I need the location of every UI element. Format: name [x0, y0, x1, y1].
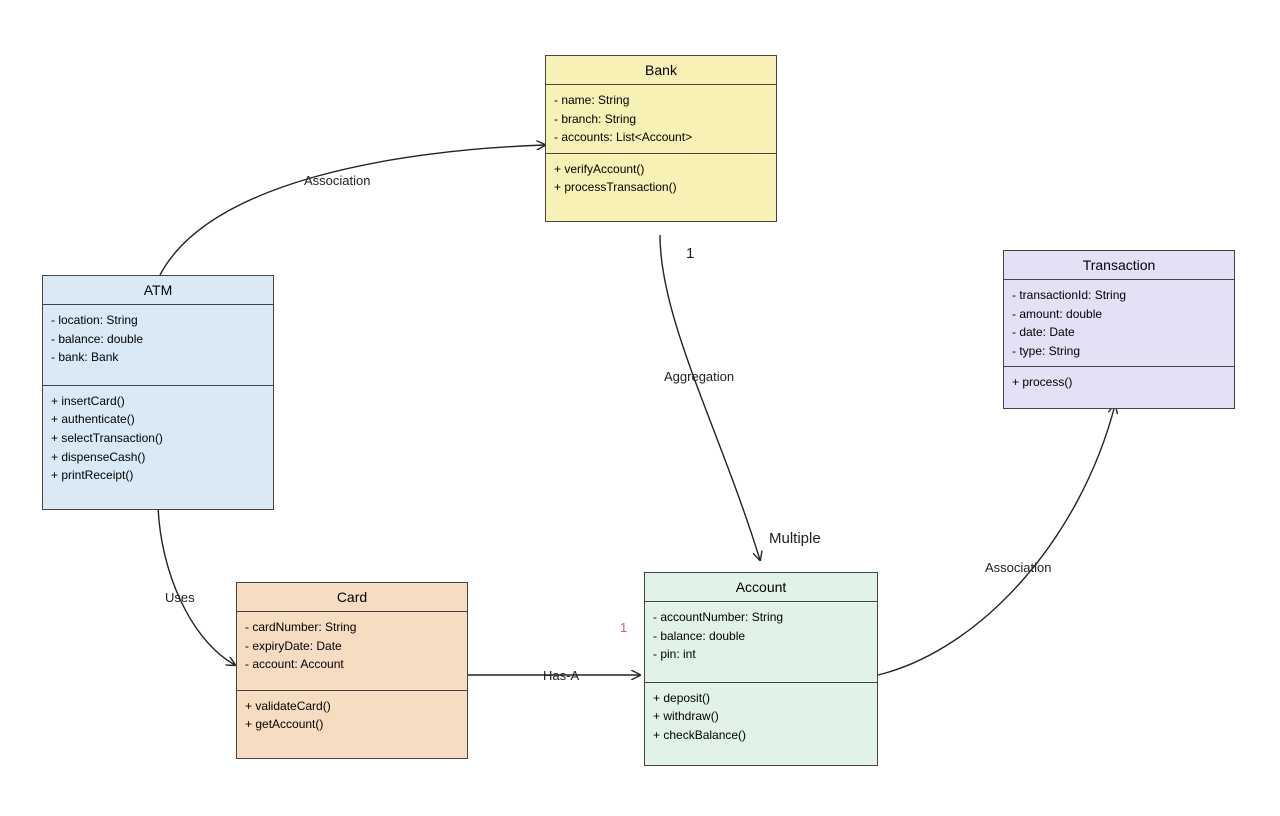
label-uses: Uses [165, 590, 195, 605]
class-account-methods: + deposit() + withdraw() + checkBalance(… [645, 683, 877, 765]
class-atm-title: ATM [43, 276, 273, 305]
class-account-attrs: - accountNumber: String - balance: doubl… [645, 602, 877, 683]
class-card: Card - cardNumber: String - expiryDate: … [236, 582, 468, 759]
class-card-methods: + validateCard() + getAccount() [237, 691, 467, 758]
class-card-attrs: - cardNumber: String - expiryDate: Date … [237, 612, 467, 691]
class-bank: Bank - name: String - branch: String - a… [545, 55, 777, 222]
class-transaction-attrs: - transactionId: String - amount: double… [1004, 280, 1234, 367]
label-has-a: Has-A [543, 668, 579, 683]
class-bank-title: Bank [546, 56, 776, 85]
class-transaction-methods: + process() [1004, 367, 1234, 408]
class-atm-attrs: - location: String - balance: double - b… [43, 305, 273, 386]
class-account-title: Account [645, 573, 877, 602]
class-transaction-title: Transaction [1004, 251, 1234, 280]
class-atm-methods: + insertCard() + authenticate() + select… [43, 386, 273, 509]
label-one-card: 1 [620, 620, 627, 635]
class-bank-methods: + verifyAccount() + processTransaction() [546, 154, 776, 221]
label-association-atm-bank: Association [304, 173, 370, 188]
label-association-acct-txn: Association [985, 560, 1051, 575]
class-bank-attrs: - name: String - branch: String - accoun… [546, 85, 776, 154]
class-transaction: Transaction - transactionId: String - am… [1003, 250, 1235, 409]
class-account: Account - accountNumber: String - balanc… [644, 572, 878, 766]
class-atm: ATM - location: String - balance: double… [42, 275, 274, 510]
label-multiple: Multiple [769, 530, 821, 547]
class-card-title: Card [237, 583, 467, 612]
label-one-bank: 1 [686, 245, 694, 262]
label-aggregation: Aggregation [664, 369, 734, 384]
